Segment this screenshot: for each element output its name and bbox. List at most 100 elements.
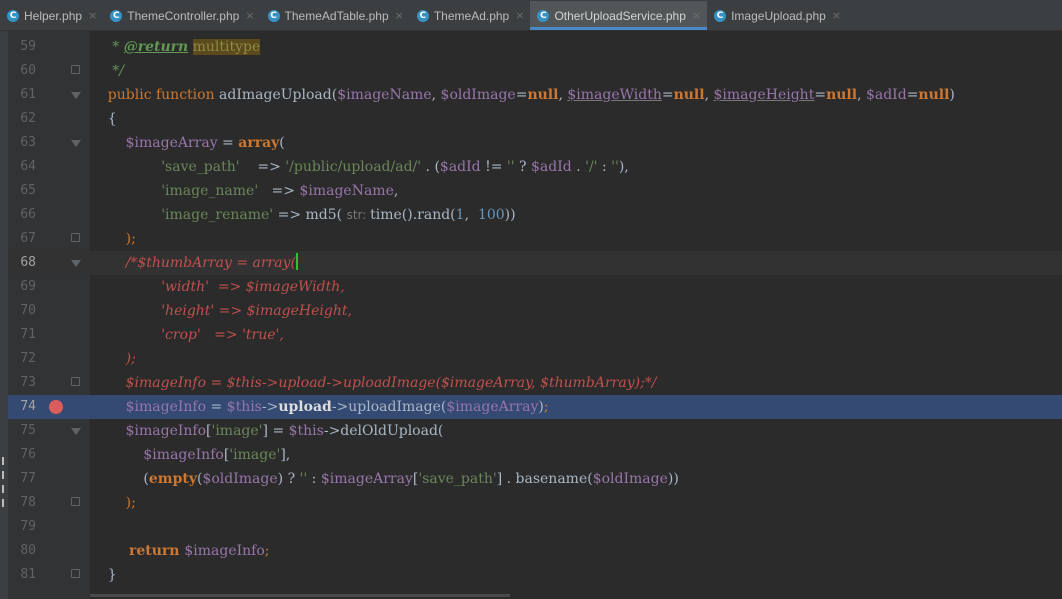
close-icon[interactable]: × [832, 9, 841, 22]
fold-open-icon[interactable] [71, 260, 81, 267]
tab-otheruploadservice[interactable]: C OtherUploadService.php × [530, 1, 708, 30]
line-number[interactable]: 59 [8, 35, 36, 59]
code-line[interactable]: 70 'height' => $imageHeight, [8, 299, 1062, 323]
fold-end-icon[interactable] [71, 233, 80, 242]
code-line[interactable]: 71 'crop' => 'true', [8, 323, 1062, 347]
code-text: $imageInfo = $this->upload->uploadImage(… [90, 375, 657, 391]
php-class-icon: C [267, 9, 280, 22]
code-line[interactable]: 67 ); [8, 227, 1062, 251]
code-text: 'image_rename' => md5( str: time().rand(… [90, 207, 516, 223]
line-number[interactable]: 61 [8, 83, 36, 107]
code-line[interactable]: 66 'image_rename' => md5( str: time().ra… [8, 203, 1062, 227]
line-number[interactable]: 64 [8, 155, 36, 179]
code-line[interactable]: 60 */ [8, 59, 1062, 83]
code-line[interactable]: 76 $imageInfo['image'], [8, 443, 1062, 467]
line-number[interactable]: 63 [8, 131, 36, 155]
strip-mark [2, 485, 4, 493]
line-number[interactable]: 71 [8, 323, 36, 347]
line-number[interactable]: 81 [8, 563, 36, 587]
close-icon[interactable]: × [395, 9, 404, 22]
line-number[interactable]: 60 [8, 59, 36, 83]
code-text: */ [90, 63, 124, 79]
code-line[interactable]: 65 'image_name' => $imageName, [8, 179, 1062, 203]
code-text: { [90, 111, 117, 127]
close-icon[interactable]: × [692, 9, 701, 22]
breadcrumb [90, 590, 1062, 599]
tab-label: ImageUpload.php [731, 8, 826, 23]
left-tool-strip [0, 31, 8, 599]
line-number[interactable]: 72 [8, 347, 36, 371]
tab-themeadtable[interactable]: C ThemeAdTable.php × [261, 1, 410, 30]
close-icon[interactable]: × [245, 9, 254, 22]
line-number[interactable]: 73 [8, 371, 36, 395]
code-line[interactable]: 73 $imageInfo = $this->upload->uploadIma… [8, 371, 1062, 395]
code-line[interactable]: 74 $imageInfo = $this->upload->uploadIma… [8, 395, 1062, 419]
line-number[interactable]: 78 [8, 491, 36, 515]
code-line[interactable]: 77 (empty($oldImage) ? '' : $imageArray[… [8, 467, 1062, 491]
left-strip-marks [0, 451, 8, 507]
code-text: /*$thumbArray = array( [90, 253, 298, 271]
line-number[interactable]: 80 [8, 539, 36, 563]
code-line[interactable]: 80 return $imageInfo; [8, 539, 1062, 563]
line-number[interactable]: 77 [8, 467, 36, 491]
code-text: * @return multitype [90, 39, 261, 55]
code-text: ); [90, 351, 136, 367]
tab-label: ThemeAdTable.php [284, 8, 389, 23]
fold-end-icon[interactable] [71, 497, 80, 506]
php-class-icon: C [110, 9, 123, 22]
strip-mark [2, 471, 4, 479]
fold-open-icon[interactable] [71, 140, 81, 147]
fold-open-icon[interactable] [71, 428, 81, 435]
code-text: 'save_path' => '/public/upload/ad/' . ($… [90, 159, 629, 175]
php-class-icon: C [537, 9, 550, 22]
code-text: $imageArray = array( [90, 135, 285, 151]
breakpoint-icon[interactable] [49, 400, 63, 414]
fold-end-icon[interactable] [71, 377, 80, 386]
code-line[interactable]: 78 ); [8, 491, 1062, 515]
code-line[interactable]: 72 ); [8, 347, 1062, 371]
code-line[interactable]: 81 } [8, 563, 1062, 587]
line-number[interactable]: 69 [8, 275, 36, 299]
code-line[interactable]: 64 'save_path' => '/public/upload/ad/' .… [8, 155, 1062, 179]
code-line[interactable]: 61 public function adImageUpload($imageN… [8, 83, 1062, 107]
line-number[interactable]: 70 [8, 299, 36, 323]
line-number[interactable]: 68 [8, 251, 36, 275]
fold-end-icon[interactable] [71, 569, 80, 578]
code-line[interactable]: 62 { [8, 107, 1062, 131]
tab-label: Helper.php [24, 8, 83, 23]
strip-mark [2, 499, 4, 507]
line-number[interactable]: 65 [8, 179, 36, 203]
close-icon[interactable]: × [515, 9, 524, 22]
tab-label: ThemeController.php [127, 8, 240, 23]
tab-helper[interactable]: C Helper.php × [0, 1, 103, 30]
tab-themead[interactable]: C ThemeAd.php × [410, 1, 531, 30]
code-text: $imageInfo = $this->upload->uploadImage(… [90, 399, 549, 415]
php-class-icon: C [416, 9, 429, 22]
code-line[interactable]: 59 * @return multitype [8, 35, 1062, 59]
line-number[interactable]: 67 [8, 227, 36, 251]
code-line[interactable]: 69 'width' => $imageWidth, [8, 275, 1062, 299]
fold-end-icon[interactable] [71, 65, 80, 74]
code-line[interactable]: 68 /*$thumbArray = array( [8, 251, 1062, 275]
code-text: public function adImageUpload($imageName… [90, 87, 955, 103]
fold-open-icon[interactable] [71, 92, 81, 99]
line-number[interactable]: 66 [8, 203, 36, 227]
code-text: 'image_name' => $imageName, [90, 183, 399, 199]
code-line[interactable]: 75 $imageInfo['image'] = $this->delOldUp… [8, 419, 1062, 443]
code-line[interactable]: 63 $imageArray = array( [8, 131, 1062, 155]
code-text: return $imageInfo; [90, 543, 270, 559]
line-number[interactable]: 74 [8, 395, 36, 419]
tab-imageupload[interactable]: C ImageUpload.php × [707, 1, 847, 30]
code-text: ); [90, 231, 136, 247]
php-class-icon: C [714, 9, 727, 22]
line-number[interactable]: 79 [8, 515, 36, 539]
code-text: ); [90, 495, 136, 511]
line-number[interactable]: 62 [8, 107, 36, 131]
code-text: $imageInfo['image'] = $this->delOldUploa… [90, 423, 444, 439]
line-number[interactable]: 75 [8, 419, 36, 443]
line-number[interactable]: 76 [8, 443, 36, 467]
tab-themecontroller[interactable]: C ThemeController.php × [103, 1, 260, 30]
close-icon[interactable]: × [88, 9, 97, 22]
code-editor[interactable]: 59 * @return multitype 60 */61 public fun… [8, 27, 1062, 599]
code-line[interactable]: 79 [8, 515, 1062, 539]
